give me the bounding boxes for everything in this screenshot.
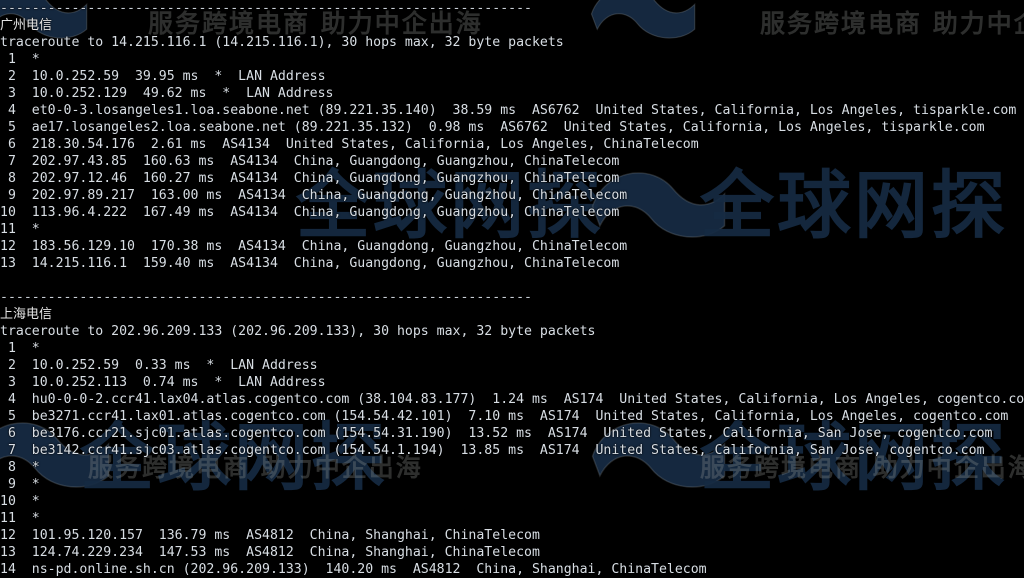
hop-line: 5 be3271.ccr41.lax01.atlas.cogentco.com … (0, 409, 1009, 424)
hop-line: 9 202.97.89.217 163.00 ms AS4134 China, … (0, 188, 628, 203)
terminal-output[interactable]: ----------------------------------------… (0, 0, 1024, 577)
hop-line: 5 ae17.losangeles2.loa.seabone.net (89.2… (0, 120, 985, 135)
traceroute-header: traceroute to 14.215.116.1 (14.215.116.1… (0, 35, 564, 50)
hop-line: 10 * (0, 494, 40, 509)
hop-line: 3 10.0.252.129 49.62 ms * LAN Address (0, 86, 334, 101)
hop-line: 3 10.0.252.113 0.74 ms * LAN Address (0, 375, 326, 390)
hop-line: 6 be3176.ccr21.sjc01.atlas.cogentco.com … (0, 426, 993, 441)
hop-line: 12 101.95.120.157 136.79 ms AS4812 China… (0, 528, 540, 543)
hop-line: 13 14.215.116.1 159.40 ms AS4134 China, … (0, 256, 620, 271)
section-label-guangzhou: 广州电信 (0, 18, 53, 33)
hop-line: 10 113.96.4.222 167.49 ms AS4134 China, … (0, 205, 620, 220)
hop-line: 2 10.0.252.59 39.95 ms * LAN Address (0, 69, 326, 84)
hop-line: 9 * (0, 477, 40, 492)
hop-line: 4 et0-0-3.losangeles1.loa.seabone.net (8… (0, 103, 1017, 118)
hop-line: 1 * (0, 52, 40, 67)
hop-line: 1 * (0, 341, 40, 356)
hop-line: 7 202.97.43.85 160.63 ms AS4134 China, G… (0, 154, 620, 169)
hop-line: 7 be3142.ccr41.sjc03.atlas.cogentco.com … (0, 443, 985, 458)
hop-line: 8 * (0, 460, 40, 475)
hop-line: 4 hu0-0-0-2.ccr41.lax04.atlas.cogentco.c… (0, 392, 1024, 407)
hop-line: 6 218.30.54.176 2.61 ms AS4134 United St… (0, 137, 699, 152)
section-label-shanghai: 上海电信 (0, 307, 53, 322)
hop-line: 14 ns-pd.online.sh.cn (202.96.209.133) 1… (0, 562, 707, 577)
hop-line: 2 10.0.252.59 0.33 ms * LAN Address (0, 358, 318, 373)
traceroute-header: traceroute to 202.96.209.133 (202.96.209… (0, 324, 596, 339)
hop-line: 11 * (0, 222, 40, 237)
hop-line: 11 * (0, 511, 40, 526)
separator-line: ----------------------------------------… (0, 1, 532, 16)
separator-line: ----------------------------------------… (0, 290, 532, 305)
hop-line: 8 202.97.12.46 160.27 ms AS4134 China, G… (0, 171, 620, 186)
hop-line: 13 124.74.229.234 147.53 ms AS4812 China… (0, 545, 540, 560)
hop-line: 12 183.56.129.10 170.38 ms AS4134 China,… (0, 239, 628, 254)
